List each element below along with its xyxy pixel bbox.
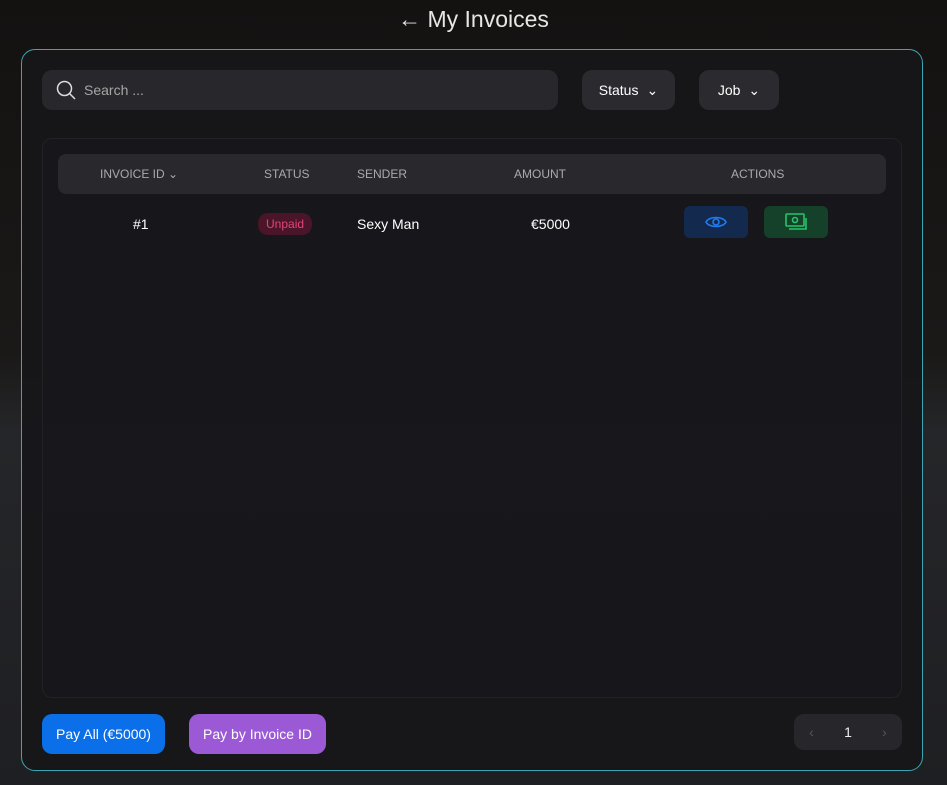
search-icon <box>56 80 76 100</box>
search-input[interactable] <box>84 82 484 98</box>
column-actions: ACTIONS <box>731 167 785 181</box>
table-header: INVOICE ID ⌄ STATUS SENDER AMOUNT ACTION… <box>58 154 886 194</box>
search-box[interactable] <box>42 70 558 110</box>
chevron-down-icon: ⌄ <box>168 167 179 181</box>
invoice-table: INVOICE ID ⌄ STATUS SENDER AMOUNT ACTION… <box>42 138 902 698</box>
status-filter-label: Status <box>598 82 639 98</box>
page-title[interactable]: ← My Invoices <box>0 6 947 33</box>
money-icon <box>785 213 807 230</box>
table-row: #1 Unpaid Sexy Man €5000 <box>58 204 886 244</box>
job-filter-dropdown[interactable]: Job ⌄ <box>699 70 779 110</box>
pay-button[interactable] <box>764 206 828 238</box>
column-sender: SENDER <box>357 167 408 181</box>
title-text: My Invoices <box>427 6 549 32</box>
next-page-button[interactable]: › <box>882 724 887 740</box>
pay-all-button[interactable]: Pay All (€5000) <box>42 714 165 754</box>
column-label: INVOICE ID <box>100 167 165 181</box>
page-number[interactable]: 1 <box>844 724 852 740</box>
invoice-id: #1 <box>133 216 149 232</box>
amount: €5000 <box>531 216 570 232</box>
pagination: ‹ 1 › <box>794 714 902 750</box>
invoices-panel: Status ⌄ Job ⌄ INVOICE ID ⌄ STATUS SENDER … <box>21 49 923 771</box>
view-button[interactable] <box>684 206 748 238</box>
chevron-down-icon: ⌄ <box>748 81 761 98</box>
chevron-down-icon: ⌄ <box>646 81 659 98</box>
eye-icon <box>705 216 727 228</box>
sender: Sexy Man <box>357 216 420 232</box>
pay-by-invoice-id-button[interactable]: Pay by Invoice ID <box>189 714 326 754</box>
column-invoice-id[interactable]: INVOICE ID ⌄ <box>100 154 178 194</box>
job-filter-label: Job <box>717 82 741 98</box>
status-filter-dropdown[interactable]: Status ⌄ <box>582 70 675 110</box>
column-amount: AMOUNT <box>514 167 566 181</box>
back-arrow-icon[interactable]: ← <box>398 6 421 32</box>
status-badge: Unpaid <box>258 213 313 235</box>
column-status: STATUS <box>264 167 310 181</box>
prev-page-button[interactable]: ‹ <box>809 724 814 740</box>
